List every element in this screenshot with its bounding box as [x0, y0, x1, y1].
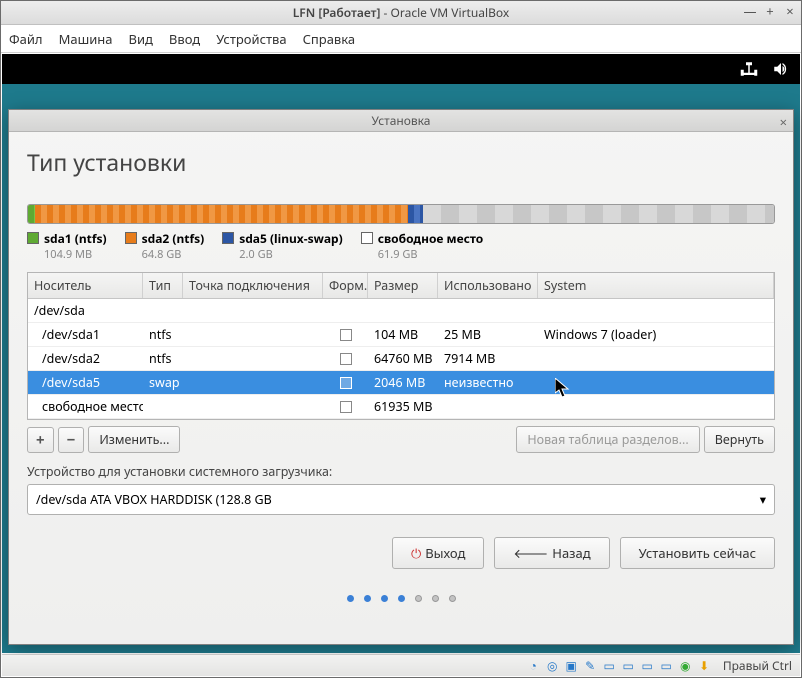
remove-partition-button[interactable]: − [58, 427, 85, 453]
step-dot [398, 595, 405, 602]
legend-sda5: sda5 (linux-swap)2.0 GB [222, 230, 343, 262]
guest-viewport: Установка × Тип установки sda1 (ntfs)104… [2, 54, 800, 653]
vm-statusbar: ◔ ◎ ▣ ✎ ▭ ▭ ▭ ▭ ◉ ⬇ Правый Ctrl [2, 654, 800, 676]
col-device[interactable]: Носитель [28, 273, 143, 298]
installer-title-label: Установка [372, 112, 431, 129]
menu-devices[interactable]: Устройства [216, 30, 286, 48]
format-checkbox[interactable] [340, 353, 352, 365]
bootloader-value: /dev/sda ATA VBOX HARDDISK (128.8 GB [36, 491, 272, 508]
step-dot [449, 595, 456, 602]
network-icon[interactable] [740, 60, 758, 78]
step-dot [347, 595, 354, 602]
installer-titlebar: Установка × [9, 110, 793, 132]
chevron-down-icon: ▾ [760, 491, 766, 508]
virtualbox-window: LFN [Работает] - Oracle VM VirtualBox — … [0, 0, 802, 678]
partition-legend: sda1 (ntfs)104.9 MB sda2 (ntfs)64.8 GB s… [27, 230, 775, 262]
format-checkbox[interactable] [340, 401, 352, 413]
footer-buttons: ⏻Выход 🡐Назад Установить сейчас [27, 537, 775, 569]
table-row[interactable]: /dev/sda2ntfs64760 MB7914 MB [28, 347, 774, 371]
display-icon[interactable]: ▭ [602, 658, 617, 673]
format-checkbox[interactable] [340, 377, 352, 389]
close-icon[interactable]: × [783, 4, 797, 18]
change-partition-button[interactable]: Изменить... [88, 426, 180, 453]
audio-status-icon[interactable]: ▭ [659, 658, 674, 673]
pbar-free [423, 205, 774, 223]
swatch-icon [125, 232, 137, 244]
step-dot [432, 595, 439, 602]
installer-dialog: Установка × Тип установки sda1 (ntfs)104… [8, 109, 794, 645]
menu-help[interactable]: Справка [303, 30, 356, 48]
table-row[interactable]: свободное место61935 MB [28, 395, 774, 419]
step-dot [364, 595, 371, 602]
progress-dots [27, 595, 775, 602]
volume-icon[interactable] [772, 60, 790, 78]
menu-view[interactable]: Вид [129, 30, 153, 48]
table-row[interactable]: /dev/sda5swap2046 MBнеизвестно [28, 371, 774, 395]
install-button[interactable]: Установить сейчас [620, 537, 775, 569]
bootloader-label: Устройство для установки системного загр… [27, 463, 775, 480]
vm-titlebar: LFN [Работает] - Oracle VM VirtualBox — … [1, 1, 801, 25]
col-system[interactable]: System [538, 273, 774, 298]
swatch-icon [361, 232, 373, 244]
add-partition-button[interactable]: + [27, 427, 54, 453]
new-table-button[interactable]: Новая таблица разделов... [516, 426, 699, 453]
maximize-icon[interactable]: + [763, 4, 777, 18]
page-title: Тип установки [27, 146, 775, 178]
network-status-icon[interactable]: ▭ [640, 658, 655, 673]
menu-machine[interactable]: Машина [59, 30, 113, 48]
partition-toolbar: + − Изменить... Новая таблица разделов..… [27, 426, 775, 453]
step-dot [381, 595, 388, 602]
shared-folder-icon[interactable]: ▣ [564, 658, 579, 673]
col-mount[interactable]: Точка подключения [183, 273, 323, 298]
col-used[interactable]: Использовано [438, 273, 538, 298]
col-size[interactable]: Размер [368, 273, 438, 298]
bootloader-select[interactable]: /dev/sda ATA VBOX HARDDISK (128.8 GB ▾ [27, 484, 775, 515]
col-format[interactable]: Форм.? [323, 273, 368, 298]
hostkey-label: Правый Ctrl [723, 657, 792, 674]
menu-file[interactable]: Файл [9, 30, 43, 48]
format-checkbox[interactable] [340, 329, 352, 341]
table-row[interactable]: /dev/sda1ntfs104 MB25 MBWindows 7 (loade… [28, 323, 774, 347]
recording-icon[interactable]: ⬇ [697, 658, 712, 673]
guest-additions-icon[interactable]: ◉ [678, 658, 693, 673]
quit-button[interactable]: ⏻Выход [392, 537, 484, 569]
legend-sda1: sda1 (ntfs)104.9 MB [27, 230, 107, 262]
usb-icon[interactable]: ✎ [583, 658, 598, 673]
arrow-left-icon: 🡐 [513, 544, 548, 562]
vm-menubar: Файл Машина Вид Ввод Устройства Справка [1, 25, 801, 53]
partition-bar[interactable] [27, 204, 775, 224]
back-button[interactable]: 🡐Назад [494, 537, 609, 569]
optical-icon[interactable]: ◎ [545, 658, 560, 673]
installer-close-icon[interactable]: × [780, 113, 787, 131]
pbar-sda2 [35, 205, 408, 223]
table-row-parent[interactable]: /dev/sda [28, 299, 774, 323]
legend-sda2: sda2 (ntfs)64.8 GB [125, 230, 205, 262]
pbar-sda5 [408, 205, 423, 223]
partition-table: Носитель Тип Точка подключения Форм.? Ра… [27, 272, 775, 420]
swatch-icon [222, 232, 234, 244]
menu-input[interactable]: Ввод [169, 30, 200, 48]
minimize-icon[interactable]: — [743, 4, 757, 18]
hdd-icon[interactable]: ◔ [526, 658, 541, 673]
revert-button[interactable]: Вернуть [704, 426, 775, 453]
monitor-icon[interactable]: ▭ [621, 658, 636, 673]
pbar-sda1 [28, 205, 35, 223]
guest-panel [2, 54, 800, 84]
power-icon: ⏻ [411, 544, 421, 562]
legend-free: свободное место61.9 GB [361, 230, 484, 262]
vm-title-prefix: LFN [Работает] [293, 4, 381, 21]
swatch-icon [27, 232, 39, 244]
col-type[interactable]: Тип [143, 273, 183, 298]
vm-title-suffix: - Oracle VM VirtualBox [380, 4, 509, 21]
table-header: Носитель Тип Точка подключения Форм.? Ра… [28, 273, 774, 299]
step-dot [415, 595, 422, 602]
